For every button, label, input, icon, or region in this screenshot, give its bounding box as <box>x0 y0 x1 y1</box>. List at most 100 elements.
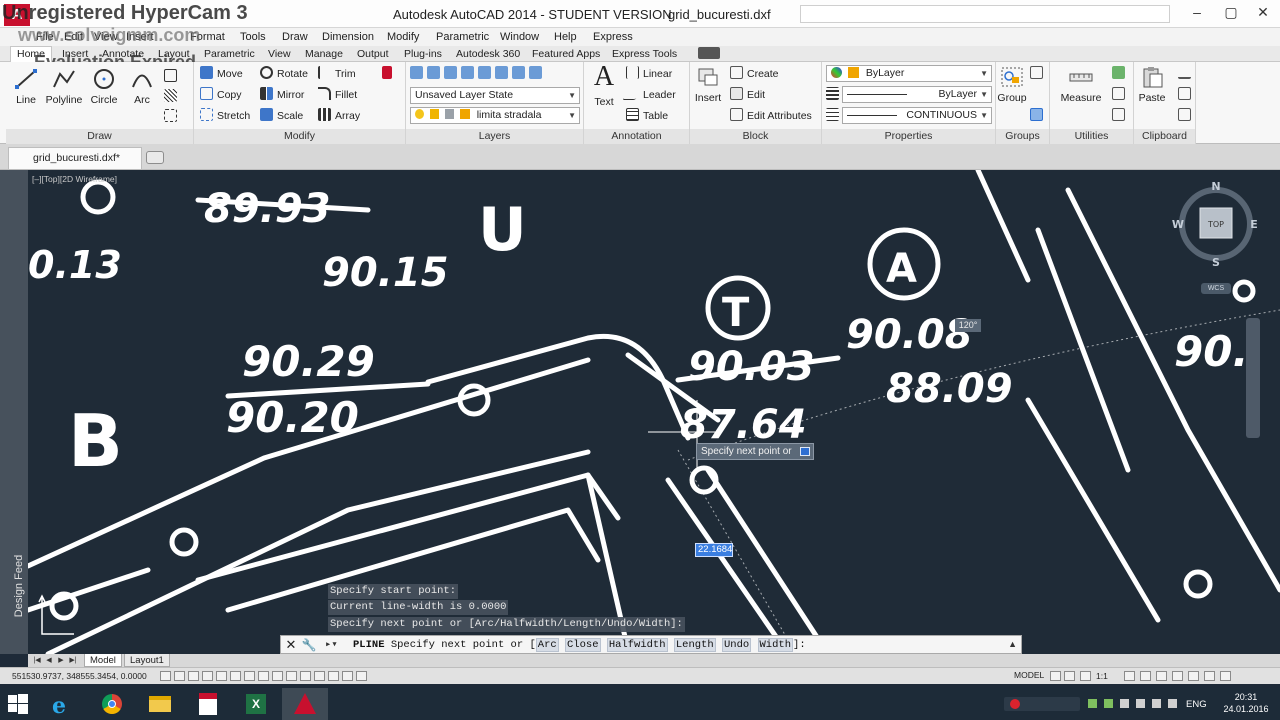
panel-annotation-title[interactable]: Annotation <box>584 129 689 144</box>
grid-display-toggle[interactable] <box>188 671 199 681</box>
snap-mode-toggle[interactable] <box>174 671 185 681</box>
transparency-toggle[interactable] <box>314 671 325 681</box>
tray-icon[interactable] <box>1104 699 1113 708</box>
wcs-menu[interactable]: WCS <box>1201 283 1231 294</box>
menu-help[interactable]: Help <box>554 31 577 43</box>
annotation-scale-value[interactable]: 1:1 <box>1096 671 1108 681</box>
drawing-viewport[interactable]: 89.93 90.15 0.13 90.29 90.20 90.03 87.64… <box>28 170 1280 654</box>
windows-start-icon[interactable] <box>8 694 28 714</box>
menu-express[interactable]: Express <box>593 31 633 43</box>
tab-output[interactable]: Output <box>357 48 389 60</box>
coordinate-readout[interactable]: 551530.9737, 348555.3454, 0.0000 <box>12 671 147 681</box>
annotation-monitor-toggle[interactable] <box>356 671 367 681</box>
scale-button[interactable]: Scale <box>260 107 303 125</box>
menu-window[interactable]: Window <box>500 31 539 43</box>
viewport-controls-label[interactable]: [–][Top][2D Wireframe] <box>32 174 117 184</box>
clock[interactable]: 20:31 24.01.2016 <box>1218 691 1274 715</box>
command-prompt-icon[interactable]: ▸▾ <box>325 638 338 651</box>
ribbon-toggle-icon[interactable] <box>698 47 720 59</box>
dynamic-input-toggle[interactable] <box>286 671 297 681</box>
hatch-icon[interactable] <box>164 88 181 106</box>
group-button[interactable]: Group <box>990 66 1034 104</box>
color-dropdown[interactable]: ByLayer ▼ <box>826 65 992 82</box>
lock-icon[interactable] <box>1156 671 1167 681</box>
quick-view-drawings-icon[interactable] <box>1064 671 1075 681</box>
edit-block-button[interactable]: Edit <box>730 86 765 104</box>
tab-featured-apps[interactable]: Featured Apps <box>532 48 600 60</box>
infer-constraints-toggle[interactable] <box>160 671 171 681</box>
command-input[interactable]: PLINE Specify next point or [Arc Close H… <box>353 638 806 652</box>
fillet-button[interactable]: Fillet <box>318 86 357 104</box>
paste-button[interactable]: Paste <box>1132 66 1172 104</box>
tab-manage[interactable]: Manage <box>305 48 343 60</box>
menu-parametric[interactable]: Parametric <box>436 31 489 43</box>
rectangle-icon[interactable] <box>164 68 181 86</box>
chrome-icon[interactable] <box>90 688 136 720</box>
layer-tools-icons[interactable] <box>410 65 546 83</box>
create-block-button[interactable]: Create <box>730 65 779 83</box>
compass-east[interactable]: E <box>1250 218 1258 231</box>
search-input[interactable] <box>800 5 1170 23</box>
autocad-taskbar-icon[interactable] <box>282 688 328 720</box>
tab-plugins[interactable]: Plug-ins <box>404 48 442 60</box>
annotation-scale-icon[interactable] <box>1080 671 1091 681</box>
compass-north[interactable]: N <box>1211 180 1220 193</box>
panel-groups-title[interactable]: Groups <box>996 129 1049 144</box>
quick-view-layouts-icon[interactable] <box>1050 671 1061 681</box>
language-indicator[interactable]: ENG <box>1186 699 1207 710</box>
command-option-undo[interactable]: Undo <box>721 638 752 652</box>
layer-state-dropdown[interactable]: Unsaved Layer State ▼ <box>410 87 580 104</box>
tray-icon[interactable] <box>1088 699 1097 708</box>
hardware-acceleration-icon[interactable] <box>1172 671 1183 681</box>
ucs-toggle[interactable] <box>272 671 283 681</box>
3d-object-snap-toggle[interactable] <box>244 671 255 681</box>
ungroup-icon[interactable] <box>1030 65 1047 83</box>
command-option-arc[interactable]: Arc <box>535 638 559 652</box>
layer-dropdown[interactable]: limita stradala ▼ <box>410 107 580 124</box>
quick-properties-toggle[interactable] <box>328 671 339 681</box>
close-icon[interactable]: ✕ <box>283 637 299 653</box>
menu-modify[interactable]: Modify <box>387 31 419 43</box>
tray-icon[interactable] <box>1120 699 1129 708</box>
navigation-bar[interactable] <box>1246 318 1260 438</box>
close-button[interactable]: ✕ <box>1246 0 1280 26</box>
minimize-button[interactable]: – <box>1180 0 1214 26</box>
edit-attributes-button[interactable]: Edit Attributes <box>730 107 812 125</box>
first-tab-icon[interactable]: |◀ <box>32 655 42 666</box>
command-option-length[interactable]: Length <box>673 638 716 652</box>
battery-icon[interactable] <box>1168 699 1177 708</box>
linetype-dropdown[interactable]: CONTINUOUS ▼ <box>842 107 992 124</box>
compass-west[interactable]: W <box>1172 218 1184 231</box>
object-snap-toggle[interactable] <box>230 671 241 681</box>
tab-layout1[interactable]: Layout1 <box>124 654 170 667</box>
viewcube-top-label[interactable]: TOP <box>1207 220 1224 229</box>
command-option-halfwidth[interactable]: Halfwidth <box>606 638 668 652</box>
ortho-mode-toggle[interactable] <box>202 671 213 681</box>
trim-button[interactable]: Trim <box>318 65 356 83</box>
panel-utilities-title[interactable]: Utilities <box>1050 129 1133 144</box>
linear-button[interactable]: Linear <box>626 65 672 83</box>
workspace-switching-icon[interactable] <box>1140 671 1151 681</box>
command-option-width[interactable]: Width <box>757 638 794 652</box>
panel-modify-title[interactable]: Modify <box>194 129 405 144</box>
quick-select-icon[interactable] <box>1112 65 1129 83</box>
menu-tools[interactable]: Tools <box>240 31 266 43</box>
region-icon[interactable] <box>164 108 181 126</box>
copy-clip-icon[interactable] <box>1178 86 1195 104</box>
panel-properties-title[interactable]: Properties <box>822 129 995 144</box>
drawing-canvas[interactable]: 89.93 90.15 0.13 90.29 90.20 90.03 87.64… <box>28 170 1280 654</box>
polyline-button[interactable]: Polyline <box>42 68 86 106</box>
design-feed-strip[interactable]: Design Feed <box>0 170 28 654</box>
menu-draw[interactable]: Draw <box>282 31 308 43</box>
array-button[interactable]: Array <box>318 107 360 125</box>
new-tab-icon[interactable] <box>146 151 164 164</box>
leader-button[interactable]: Leader <box>622 86 676 104</box>
command-option-close[interactable]: Close <box>564 638 601 652</box>
table-button[interactable]: Table <box>626 107 668 125</box>
model-space-button[interactable]: MODEL <box>1014 670 1044 680</box>
volume-icon[interactable] <box>1152 699 1161 708</box>
stretch-button[interactable]: Stretch <box>200 107 250 125</box>
id-point-icon[interactable] <box>1112 107 1129 125</box>
system-tray-icons[interactable] <box>1088 698 1180 710</box>
tab-parametric[interactable]: Parametric <box>204 48 255 60</box>
